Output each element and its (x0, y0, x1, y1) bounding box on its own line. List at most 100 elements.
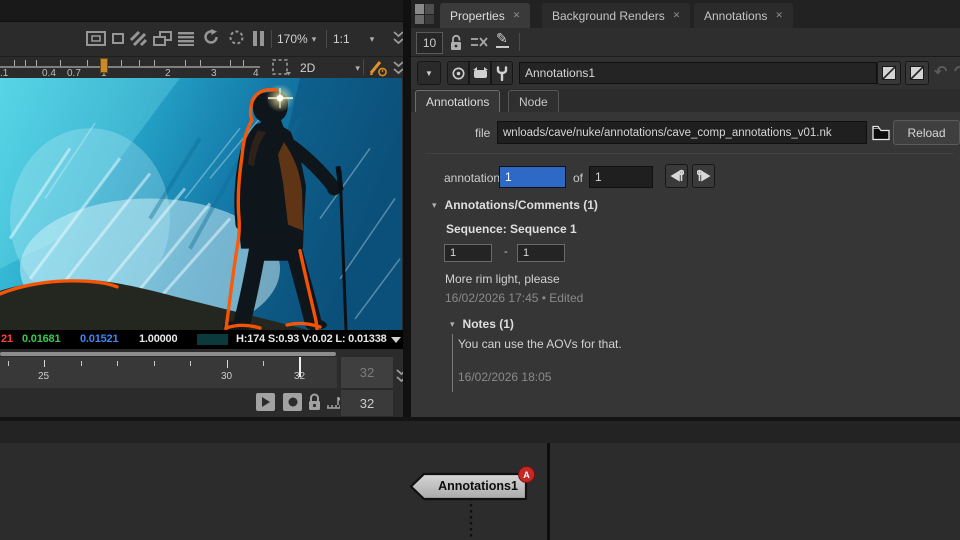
notes-group-title: Notes (1) (463, 317, 514, 331)
range-end-value: 32 (360, 365, 374, 380)
annotation-nav-label: annotation (444, 171, 500, 185)
current-frame-box[interactable]: 32 (340, 389, 394, 417)
node-graph-divider-line (547, 443, 550, 540)
lock-range-icon[interactable] (306, 392, 322, 412)
monitor-output-button[interactable] (469, 61, 491, 85)
close-icon[interactable]: ✕ (513, 10, 521, 21)
alpha-value: 1.00000 (139, 333, 177, 345)
toolbar-divider (519, 33, 520, 51)
prev-annotation-button[interactable] (665, 164, 688, 188)
chevron-down-icon: ▾ (355, 63, 360, 74)
node-graph[interactable]: Annotations1 A (0, 443, 960, 540)
tab-node-page[interactable]: Node (508, 90, 559, 112)
notes-indent-line (452, 334, 453, 392)
pixel-aspect-dropdown[interactable]: 1:1 ▾ (333, 30, 374, 48)
green-value: 0.01681 (22, 333, 60, 345)
proxy-rect-icon[interactable] (112, 32, 124, 44)
node-panel-tabs: Annotations Node (411, 89, 960, 112)
viewer-gain-row: .1 0.4 0.7 1 2 3 4 2D ▾ (0, 56, 403, 79)
tab-annotations[interactable]: Annotations ✕ (694, 3, 793, 28)
pause-icon[interactable] (252, 30, 265, 46)
chevron-down-icon: ▾ (370, 34, 375, 45)
gain-row-divider (363, 59, 364, 75)
nuke-application-window: 170% ▾ 1:1 ▾ .1 0.4 0.7 (0, 0, 960, 540)
viewer-image[interactable] (0, 78, 402, 330)
refresh-icon[interactable] (202, 28, 220, 46)
next-annotation-button[interactable] (692, 164, 715, 188)
pane-layout-icon[interactable] (415, 4, 435, 25)
file-input[interactable]: wnloads/cave/nuke/annotations/cave_comp_… (497, 121, 867, 144)
comments-group-header[interactable]: ▾ Annotations/Comments (1) (432, 198, 598, 212)
timeline-label-30: 30 (221, 371, 232, 382)
tab-label: Annotations (704, 9, 767, 23)
overlay-rects-icon[interactable] (153, 30, 172, 46)
annotation-badge: A (518, 466, 535, 483)
gain-slider-handle[interactable] (100, 58, 108, 73)
redo-icon[interactable]: ↷ (954, 62, 960, 82)
readout-dropdown-icon[interactable] (391, 337, 401, 343)
reload-button[interactable]: Reload (893, 120, 960, 145)
timeline-scrollbar[interactable] (0, 352, 336, 356)
roi-icon[interactable] (228, 29, 245, 46)
range-start-input[interactable]: 1 (444, 244, 492, 262)
annotation-index-input[interactable]: 1 (499, 166, 566, 188)
view-mode-dropdown[interactable]: 2D ▾ (300, 59, 360, 77)
node-name-value: Annotations1 (525, 66, 595, 80)
chevron-down-icon: ▾ (312, 34, 317, 45)
lock-open-icon[interactable] (448, 33, 465, 51)
zoom-level-value: 170% (277, 32, 308, 46)
range-separator: - (504, 246, 508, 258)
group-triangle-icon: ▾ (432, 200, 437, 211)
node-graph-top-strip (0, 421, 960, 443)
toolbar-divider (271, 30, 272, 48)
annotations-node[interactable]: Annotations1 A (408, 471, 534, 503)
panel-divider-vertical[interactable] (403, 0, 411, 417)
wrench-button[interactable] (491, 61, 513, 85)
red-value: 21 (1, 333, 13, 345)
blue-value: 0.01521 (80, 333, 118, 345)
gl-color-swatch-button[interactable] (905, 61, 929, 85)
tab-annotations-page[interactable]: Annotations (415, 90, 500, 112)
play-button[interactable] (256, 393, 275, 411)
tab-label: Properties (450, 9, 505, 23)
max-panels-field[interactable]: 10 (416, 32, 443, 54)
gain-slider-track[interactable] (0, 66, 260, 68)
annotation-total-input[interactable]: 1 (589, 166, 653, 188)
range-end-box[interactable]: 32 (340, 356, 394, 389)
tab-background-renders[interactable]: Background Renders ✕ (542, 3, 690, 28)
stack-lines-icon[interactable] (178, 30, 194, 46)
range-end-input[interactable]: 1 (517, 244, 565, 262)
tab-properties[interactable]: Properties ✕ (440, 3, 530, 28)
node-label: Annotations1 (430, 479, 526, 493)
marquee-select-icon[interactable] (272, 59, 292, 77)
notes-group-header[interactable]: ▾ Notes (1) (450, 317, 514, 331)
current-frame-value: 32 (360, 396, 374, 411)
timeline-label-25: 25 (38, 371, 49, 382)
viewer-panel: 170% ▾ 1:1 ▾ .1 0.4 0.7 (0, 0, 403, 417)
undo-icon[interactable]: ↶ (934, 62, 947, 82)
comment-text: More rim light, please (445, 272, 560, 286)
properties-panel: Properties ✕ Background Renders ✕ Annota… (411, 0, 960, 417)
close-all-panels-icon[interactable] (471, 35, 488, 49)
panel-collapse-button[interactable]: ▼ (417, 61, 441, 85)
group-triangle-icon: ▾ (450, 319, 455, 330)
file-browse-folder-icon[interactable] (871, 122, 890, 142)
live-sample-button[interactable] (447, 61, 469, 85)
hsvl-values: H:174 S:0.93 V:0.02 L: 0.01338 (236, 333, 387, 345)
node-color-swatch-button[interactable] (877, 61, 901, 85)
max-panels-value: 10 (423, 36, 436, 50)
input-process-brush-icon[interactable] (369, 59, 388, 77)
display-window-icon[interactable] (86, 30, 106, 46)
wipe-stripes-icon[interactable] (130, 30, 147, 46)
node-panel-header: ▼ Annotations1 ↶ ↷ (411, 57, 960, 89)
comments-group-title: Annotations/Comments (1) (445, 198, 598, 212)
node-name-field[interactable]: Annotations1 (519, 62, 877, 84)
edit-pencil-icon[interactable]: ✎ (496, 31, 512, 51)
timeline[interactable]: 25 30 32 (0, 357, 337, 388)
close-icon[interactable]: ✕ (673, 10, 681, 21)
zoom-level-dropdown[interactable]: 170% ▾ (277, 30, 316, 48)
color-swatch (197, 334, 228, 345)
record-button[interactable] (283, 393, 302, 411)
playhead[interactable] (299, 357, 301, 377)
close-icon[interactable]: ✕ (775, 10, 783, 21)
